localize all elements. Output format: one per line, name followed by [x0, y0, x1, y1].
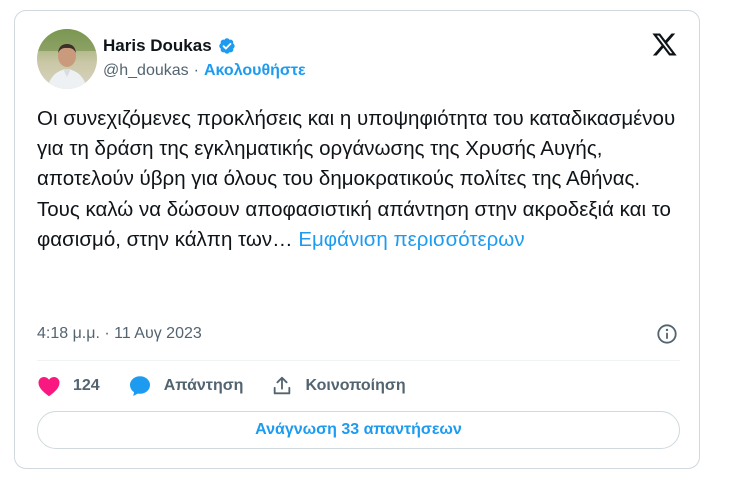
x-logo-icon[interactable]: [651, 31, 678, 58]
like-button[interactable]: 124: [37, 375, 100, 397]
author-name-row: Haris Doukas: [103, 36, 237, 56]
author-handle-row: @h_doukas · Ακολουθήστε: [103, 62, 306, 80]
share-upload-icon: [274, 376, 291, 395]
speech-bubble-icon: [129, 376, 150, 396]
author-handle[interactable]: @h_doukas: [103, 62, 189, 80]
like-count: 124: [73, 377, 100, 394]
reply-button[interactable]: Απάντηση: [128, 374, 244, 398]
share-label: Κοινοποίηση: [305, 377, 406, 394]
reply-label: Απάντηση: [163, 377, 244, 394]
separator-dot: ·: [193, 62, 199, 79]
info-icon[interactable]: [656, 323, 678, 345]
tweet-text: Οι συνεχιζόμενες προκλήσεις και η υποψηφ…: [37, 104, 682, 255]
heart-icon: [38, 377, 60, 397]
avatar-image: [37, 29, 97, 89]
action-bar: 124 Απάντηση Κοινοποίηση: [37, 373, 434, 399]
author-name[interactable]: Haris Doukas: [103, 36, 212, 56]
share-button[interactable]: Κοινοποίηση: [271, 375, 406, 397]
divider: [37, 360, 680, 361]
tweet-timestamp[interactable]: 4:18 μ.μ. · 11 Αυγ 2023: [37, 325, 202, 343]
tweet-card: Haris Doukas @h_doukas · Ακολουθήστε Οι …: [14, 10, 700, 469]
read-replies-button[interactable]: Ανάγνωση 33 απαντήσεων: [37, 411, 680, 449]
verified-badge-icon: [218, 38, 235, 54]
show-more-link[interactable]: Εμφάνιση περισσότερων: [298, 228, 524, 251]
avatar[interactable]: [37, 29, 97, 89]
follow-button[interactable]: Ακολουθήστε: [204, 62, 306, 80]
